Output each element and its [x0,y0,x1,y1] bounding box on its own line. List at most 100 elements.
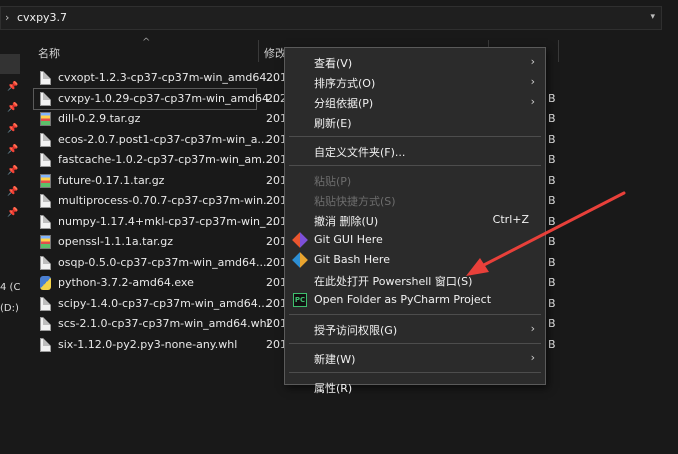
document-icon [40,337,51,352]
nav-drive-c[interactable]: 4 (C [0,282,20,293]
column-divider[interactable] [558,40,559,62]
address-dropdown-icon[interactable]: ▾ [650,12,655,22]
menu-item-label: 粘贴快捷方式(S) [314,195,396,208]
menu-separator [289,372,541,373]
column-divider[interactable] [258,40,259,62]
file-size: B [548,296,556,310]
file-name: dill-0.2.9.tar.gz [58,112,141,125]
menu-item-label: Git GUI Here [314,233,383,246]
menu-item-label: 授予访问权限(G) [314,324,398,337]
archive-icon [40,235,51,249]
archive-icon [40,173,51,188]
document-icon [40,296,51,311]
file-size: B [548,91,556,105]
breadcrumb-current-folder[interactable]: cvxpy3.7 [17,11,67,24]
context-menu-item[interactable]: 刷新(E) [285,112,545,132]
column-header-date[interactable]: 修改 [264,45,286,61]
git-bash-icon [292,252,308,268]
address-bar[interactable]: › cvxpy3.7 ▾ [0,6,662,30]
file-size: B [548,337,556,351]
pin-icon[interactable]: 📌 [7,145,18,155]
menu-separator [289,165,541,166]
menu-separator [289,314,541,315]
pin-icon[interactable]: 📌 [7,187,18,197]
document-icon [40,132,51,147]
file-name: openssl-1.1.1a.tar.gz [58,235,173,248]
file-size: B [548,235,556,248]
document-icon [40,317,51,331]
context-menu-item[interactable]: 属性(R) [285,377,545,397]
pin-icon[interactable]: 📌 [7,82,18,92]
file-name: cvxopt-1.2.3-cp37-cp37m-win_amd64... [58,71,277,84]
menu-separator [289,343,541,344]
python-installer-icon [40,276,51,290]
context-menu-item[interactable]: Git Bash Here [285,250,545,270]
menu-item-label: 刷新(E) [314,117,352,130]
sort-ascending-icon: ^ [142,37,151,48]
file-size: B [548,194,556,207]
file-name: future-0.17.1.tar.gz [58,173,165,187]
context-menu-item[interactable]: 排序方式(O) › [285,72,545,92]
pin-icon[interactable]: 📌 [7,208,18,218]
navigation-pane: 📌 📌 📌 📌 📌 📌 📌 4 (C (D:) [0,36,26,454]
file-row[interactable]: cvxpy-1.0.29-cp37-cp37m-win_amd64... 202 B [33,87,556,110]
menu-item-label: 粘贴(P) [314,175,352,188]
context-menu-item[interactable]: 撤消 删除(U) Ctrl+Z [285,210,545,230]
context-menu-item[interactable]: 查看(V) › [285,52,545,72]
menu-item-label: 查看(V) [314,57,353,70]
context-menu-item[interactable]: Git GUI Here [285,230,545,250]
context-menu-item: 粘贴(P) [285,170,545,190]
pin-icon[interactable]: 📌 [7,103,18,113]
file-size: B [548,214,556,228]
git-gui-icon [292,232,308,248]
pycharm-icon: PC [293,293,307,307]
menu-item-label: 在此处打开 Powershell 窗口(S) [314,275,473,288]
context-menu-item: 粘贴快捷方式(S) [285,190,545,210]
file-size: B [548,173,556,187]
pin-icon[interactable]: 📌 [7,124,18,134]
menu-item-label: 撤消 删除(U) [314,215,379,228]
menu-item-label: 自定义文件夹(F)... [314,146,406,159]
file-size: B [548,255,556,269]
menu-item-label: 分组依据(P) [314,97,374,110]
context-menu-item[interactable]: 授予访问权限(G) › [285,319,545,339]
file-size: B [548,112,556,125]
document-icon [40,91,51,106]
context-menu-item[interactable]: 新建(W) › [285,348,545,368]
menu-item-label: Git Bash Here [314,253,390,266]
archive-icon [40,112,51,126]
submenu-chevron-icon: › [530,351,535,364]
submenu-chevron-icon: › [530,322,535,335]
file-name: six-1.12.0-py2.py3-none-any.whl [58,337,238,351]
nav-drive-d[interactable]: (D:) [0,303,19,314]
column-header-name[interactable]: 名称 [38,45,60,61]
context-menu-item[interactable]: 自定义文件夹(F)... [285,141,545,161]
context-menu-item[interactable]: 在此处打开 Powershell 窗口(S) [285,270,545,290]
file-name: fastcache-1.0.2-cp37-cp37m-win_am... [58,153,273,166]
document-icon [40,194,51,208]
breadcrumb-chevron-icon[interactable]: › [5,11,9,24]
submenu-chevron-icon: › [530,55,535,68]
document-icon [40,153,51,167]
document-icon [40,71,51,85]
submenu-chevron-icon: › [530,95,535,108]
document-icon [40,255,51,270]
file-size: B [548,153,556,166]
file-size: B [548,132,556,146]
context-menu-item[interactable]: PC Open Folder as PyCharm Project [285,290,545,310]
menu-item-shortcut: Ctrl+Z [492,213,529,226]
file-name: ecos-2.0.7.post1-cp37-cp37m-win_a... [58,132,268,146]
file-name: multiprocess-0.70.7-cp37-cp37m-win... [58,194,274,207]
menu-item-label: Open Folder as PyCharm Project [314,293,492,306]
pin-icon[interactable]: 📌 [7,166,18,176]
file-name: python-3.7.2-amd64.exe [58,276,194,289]
context-menu: 查看(V) › 排序方式(O) › 分组依据(P) › 刷新(E) 自定义文件夹(F)... 粘… [284,47,546,395]
menu-item-label: 属性(R) [314,382,353,395]
menu-separator [289,136,541,137]
submenu-chevron-icon: › [530,75,535,88]
file-name: osqp-0.5.0-cp37-cp37m-win_amd64.... [58,255,271,269]
nav-selected-item[interactable] [0,54,20,74]
document-icon [40,214,51,229]
context-menu-item[interactable]: 分组依据(P) › [285,92,545,112]
menu-item-label: 排序方式(O) [314,77,376,90]
